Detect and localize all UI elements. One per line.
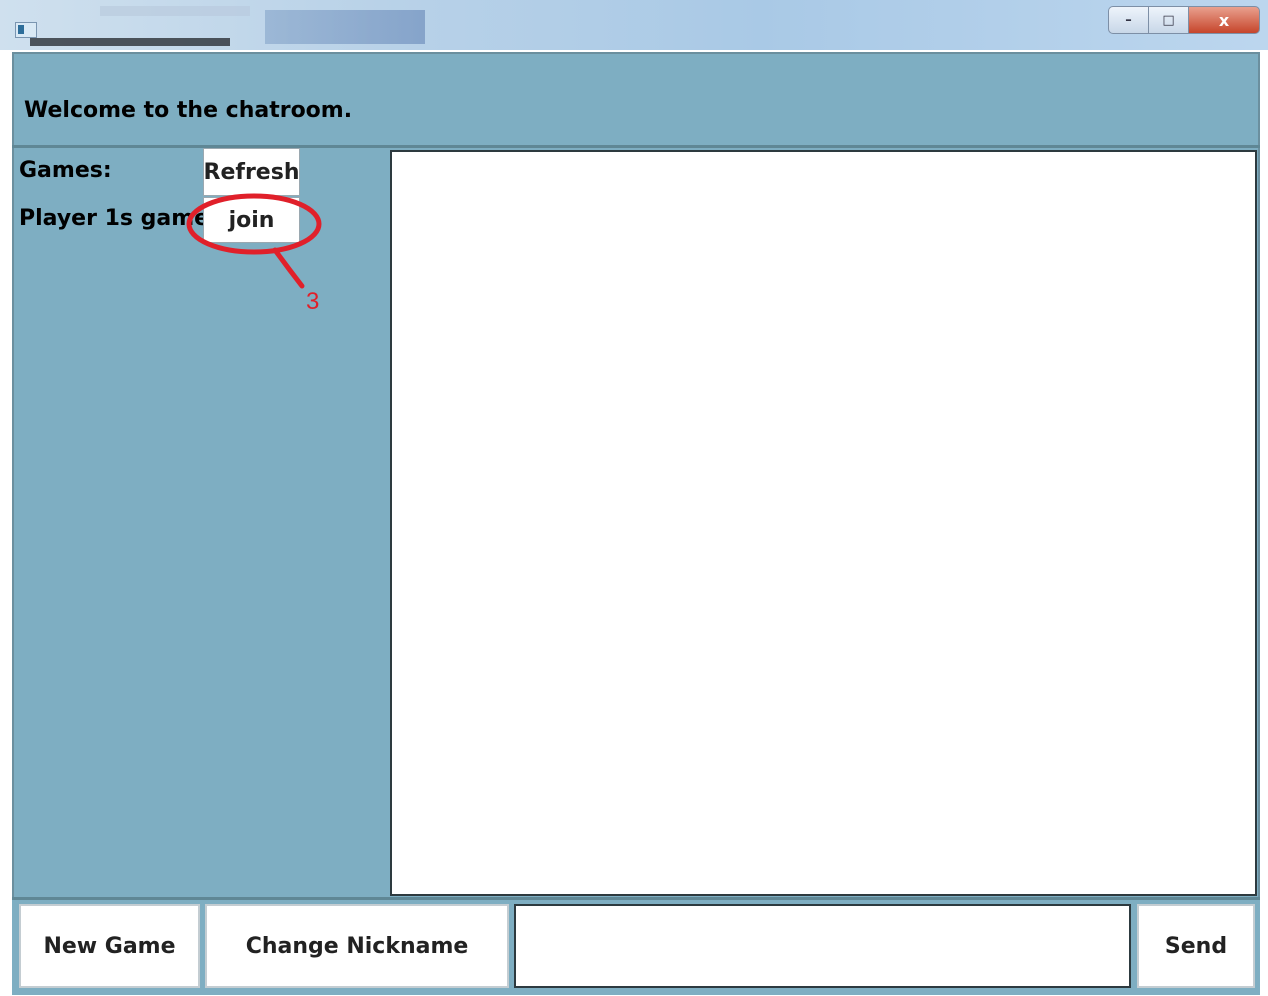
window-controls: – □ x xyxy=(1108,6,1260,34)
change-nickname-button[interactable]: Change Nickname xyxy=(205,904,509,988)
annotation-number: 3 xyxy=(306,288,320,315)
app-icon xyxy=(15,22,37,38)
games-label: Games: xyxy=(19,158,112,183)
new-game-button[interactable]: New Game xyxy=(19,904,200,988)
header-divider xyxy=(12,145,1260,148)
maximize-button[interactable]: □ xyxy=(1148,6,1188,34)
welcome-heading: Welcome to the chatroom. xyxy=(24,98,353,123)
titlebar-blur xyxy=(100,6,250,16)
message-input[interactable] xyxy=(514,904,1131,988)
minimize-button[interactable]: – xyxy=(1108,6,1148,34)
close-button[interactable]: x xyxy=(1188,6,1260,34)
window-titlebar: – □ x xyxy=(0,0,1268,50)
titlebar-blur xyxy=(265,10,425,44)
send-button[interactable]: Send xyxy=(1137,904,1255,988)
chat-display[interactable] xyxy=(390,150,1257,896)
titlebar-blur xyxy=(30,38,230,46)
